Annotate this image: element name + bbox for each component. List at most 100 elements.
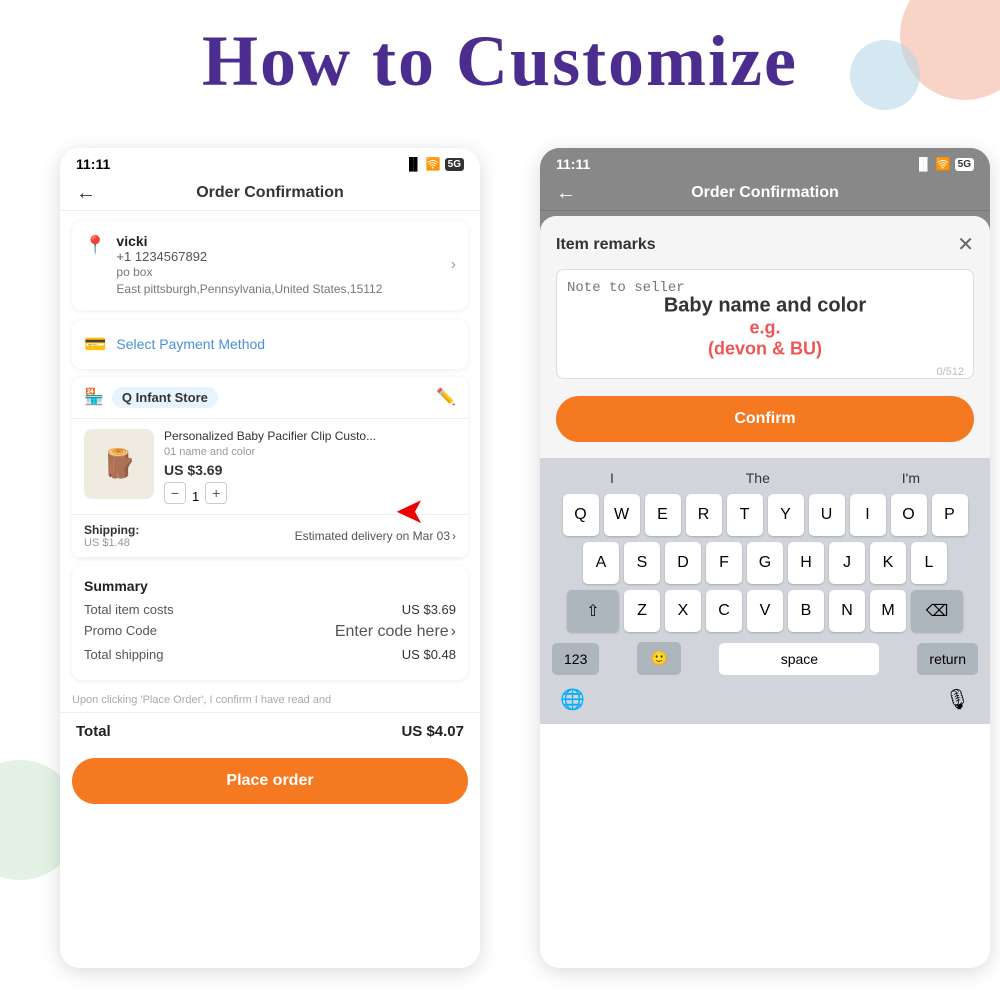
return-key[interactable]: return — [917, 643, 978, 675]
left-status-bar: 11:11 ▐▌ 🛜 5G — [60, 148, 480, 176]
right-status-icons: ▐▌ 🛜 5G — [915, 157, 974, 171]
left-total-shipping-value: US $0.48 — [402, 647, 456, 662]
key-x[interactable]: X — [665, 590, 701, 632]
globe-key[interactable]: 🌐 — [560, 687, 585, 712]
key-f[interactable]: F — [706, 542, 742, 584]
key-b[interactable]: B — [788, 590, 824, 632]
location-icon: 📍 — [84, 235, 106, 256]
left-nav-title: Order Confirmation — [196, 184, 344, 202]
keyboard-row-1: Q W E R T Y U I O P — [544, 494, 986, 536]
left-phone-screenshot: 11:11 ▐▌ 🛜 5G ← Order Confirmation 📍 vic… — [60, 148, 480, 968]
signal-icon: ▐▌ — [405, 157, 422, 171]
left-address-line1: po box — [116, 264, 440, 281]
key-a[interactable]: A — [583, 542, 619, 584]
left-address-name: vicki — [116, 233, 440, 249]
key-d[interactable]: D — [665, 542, 701, 584]
payment-icon: 💳 — [84, 334, 106, 355]
key-h[interactable]: H — [788, 542, 824, 584]
right-nav-title: Order Confirmation — [691, 184, 839, 202]
left-address-card: 📍 vicki +1 1234567892 po box East pittsb… — [72, 221, 468, 310]
right-wifi-icon: 🛜 — [936, 157, 951, 171]
shift-key[interactable]: ⇧ — [567, 590, 619, 632]
right-phone-screenshot: 11:11 ▐▌ 🛜 5G ← Order Confirmation 📍 vic… — [540, 148, 990, 968]
qty-decrease[interactable]: − — [164, 482, 186, 504]
remarks-hint-bold: Baby name and color — [664, 294, 866, 317]
remarks-title: Item remarks — [556, 236, 656, 254]
left-edit-icon[interactable]: ✏️ — [436, 387, 456, 407]
left-total-item-row: Total item costs US $3.69 — [84, 602, 456, 617]
left-store-header: 🏪 Q Infant Store ✏️ — [72, 377, 468, 419]
left-summary-title: Summary — [84, 578, 456, 594]
key-y[interactable]: Y — [768, 494, 804, 536]
keyboard: I The I'm Q W E R T Y U I O P A S D F G … — [540, 458, 990, 724]
suggestion-i[interactable]: I — [610, 470, 614, 486]
left-store-name: Q Infant Store — [112, 387, 218, 408]
left-product-price: US $3.69 — [164, 462, 456, 478]
right-nav-bar: ← Order Confirmation — [540, 176, 990, 211]
left-promo-link[interactable]: Enter code here › — [335, 623, 456, 641]
right-status-bar: 11:11 ▐▌ 🛜 5G — [540, 148, 990, 176]
key-l[interactable]: L — [911, 542, 947, 584]
key-t[interactable]: T — [727, 494, 763, 536]
right-back-button[interactable]: ← — [556, 182, 576, 205]
left-status-time: 11:11 — [76, 156, 110, 172]
left-shipping-label: Shipping: — [84, 523, 139, 537]
num-key[interactable]: 123 — [552, 643, 599, 675]
remarks-header: Item remarks ✕ — [556, 232, 974, 257]
key-w[interactable]: W — [604, 494, 640, 536]
qty-increase[interactable]: + — [205, 482, 227, 504]
keyboard-row-4: 123 🙂 space return — [544, 638, 986, 683]
wifi-icon: 🛜 — [426, 157, 441, 171]
left-total-shipping-label: Total shipping — [84, 647, 164, 662]
key-r[interactable]: R — [686, 494, 722, 536]
key-z[interactable]: Z — [624, 590, 660, 632]
left-status-icons: ▐▌ 🛜 5G — [405, 157, 464, 171]
mic-key[interactable]: 🎙 — [945, 687, 970, 712]
key-c[interactable]: C — [706, 590, 742, 632]
keyboard-suggestions: I The I'm — [544, 466, 986, 494]
space-key[interactable]: space — [719, 643, 879, 675]
key-e[interactable]: E — [645, 494, 681, 536]
key-v[interactable]: V — [747, 590, 783, 632]
key-j[interactable]: J — [829, 542, 865, 584]
right-network-icon: 5G — [955, 158, 974, 171]
left-promo-row: Promo Code Enter code here › — [84, 623, 456, 641]
left-product-variant: 01 name and color — [164, 446, 456, 458]
confirm-button[interactable]: Confirm — [556, 396, 974, 442]
right-status-time: 11:11 — [556, 156, 590, 172]
delete-key[interactable]: ⌫ — [911, 590, 963, 632]
key-g[interactable]: G — [747, 542, 783, 584]
suggestion-im[interactable]: I'm — [902, 470, 920, 486]
keyboard-bottom-row: 🌐 🎙 — [544, 683, 986, 720]
left-disclaimer: Upon clicking 'Place Order', I confirm I… — [60, 688, 480, 712]
key-u[interactable]: U — [809, 494, 845, 536]
right-top-area: 11:11 ▐▌ 🛜 5G ← Order Confirmation 📍 vic… — [540, 148, 990, 458]
left-shipping-delivery: Estimated delivery on Mar 03 › — [295, 529, 456, 543]
key-p[interactable]: P — [932, 494, 968, 536]
emoji-key[interactable]: 🙂 — [637, 642, 681, 675]
remarks-textarea-wrapper: Baby name and color e.g. (devon & BU) 0/… — [556, 269, 974, 384]
page-title: How to Customize — [0, 20, 1000, 103]
left-address-line2: East pittsburgh,Pennsylvania,United Stat… — [116, 281, 440, 298]
key-i[interactable]: I — [850, 494, 886, 536]
left-payment-row[interactable]: 💳 Select Payment Method — [72, 320, 468, 369]
left-total-item-value: US $3.69 — [402, 602, 456, 617]
key-s[interactable]: S — [624, 542, 660, 584]
key-q[interactable]: Q — [563, 494, 599, 536]
suggestion-the[interactable]: The — [746, 470, 770, 486]
place-order-button[interactable]: Place order — [72, 758, 468, 804]
left-address-row: 📍 vicki +1 1234567892 po box East pittsb… — [84, 233, 456, 298]
left-address-phone: +1 1234567892 — [116, 249, 440, 264]
left-address-text: vicki +1 1234567892 po box East pittsbur… — [116, 233, 440, 298]
left-address-arrow[interactable]: › — [451, 256, 456, 274]
key-k[interactable]: K — [870, 542, 906, 584]
left-promo-label: Promo Code — [84, 623, 157, 641]
network-icon: 5G — [445, 158, 464, 171]
left-back-button[interactable]: ← — [76, 182, 96, 205]
remarks-hint: Baby name and color e.g. (devon & BU) — [664, 294, 866, 359]
remarks-close-button[interactable]: ✕ — [957, 232, 974, 257]
key-m[interactable]: M — [870, 590, 906, 632]
key-n[interactable]: N — [829, 590, 865, 632]
key-o[interactable]: O — [891, 494, 927, 536]
store-icon: 🏪 — [84, 387, 104, 407]
